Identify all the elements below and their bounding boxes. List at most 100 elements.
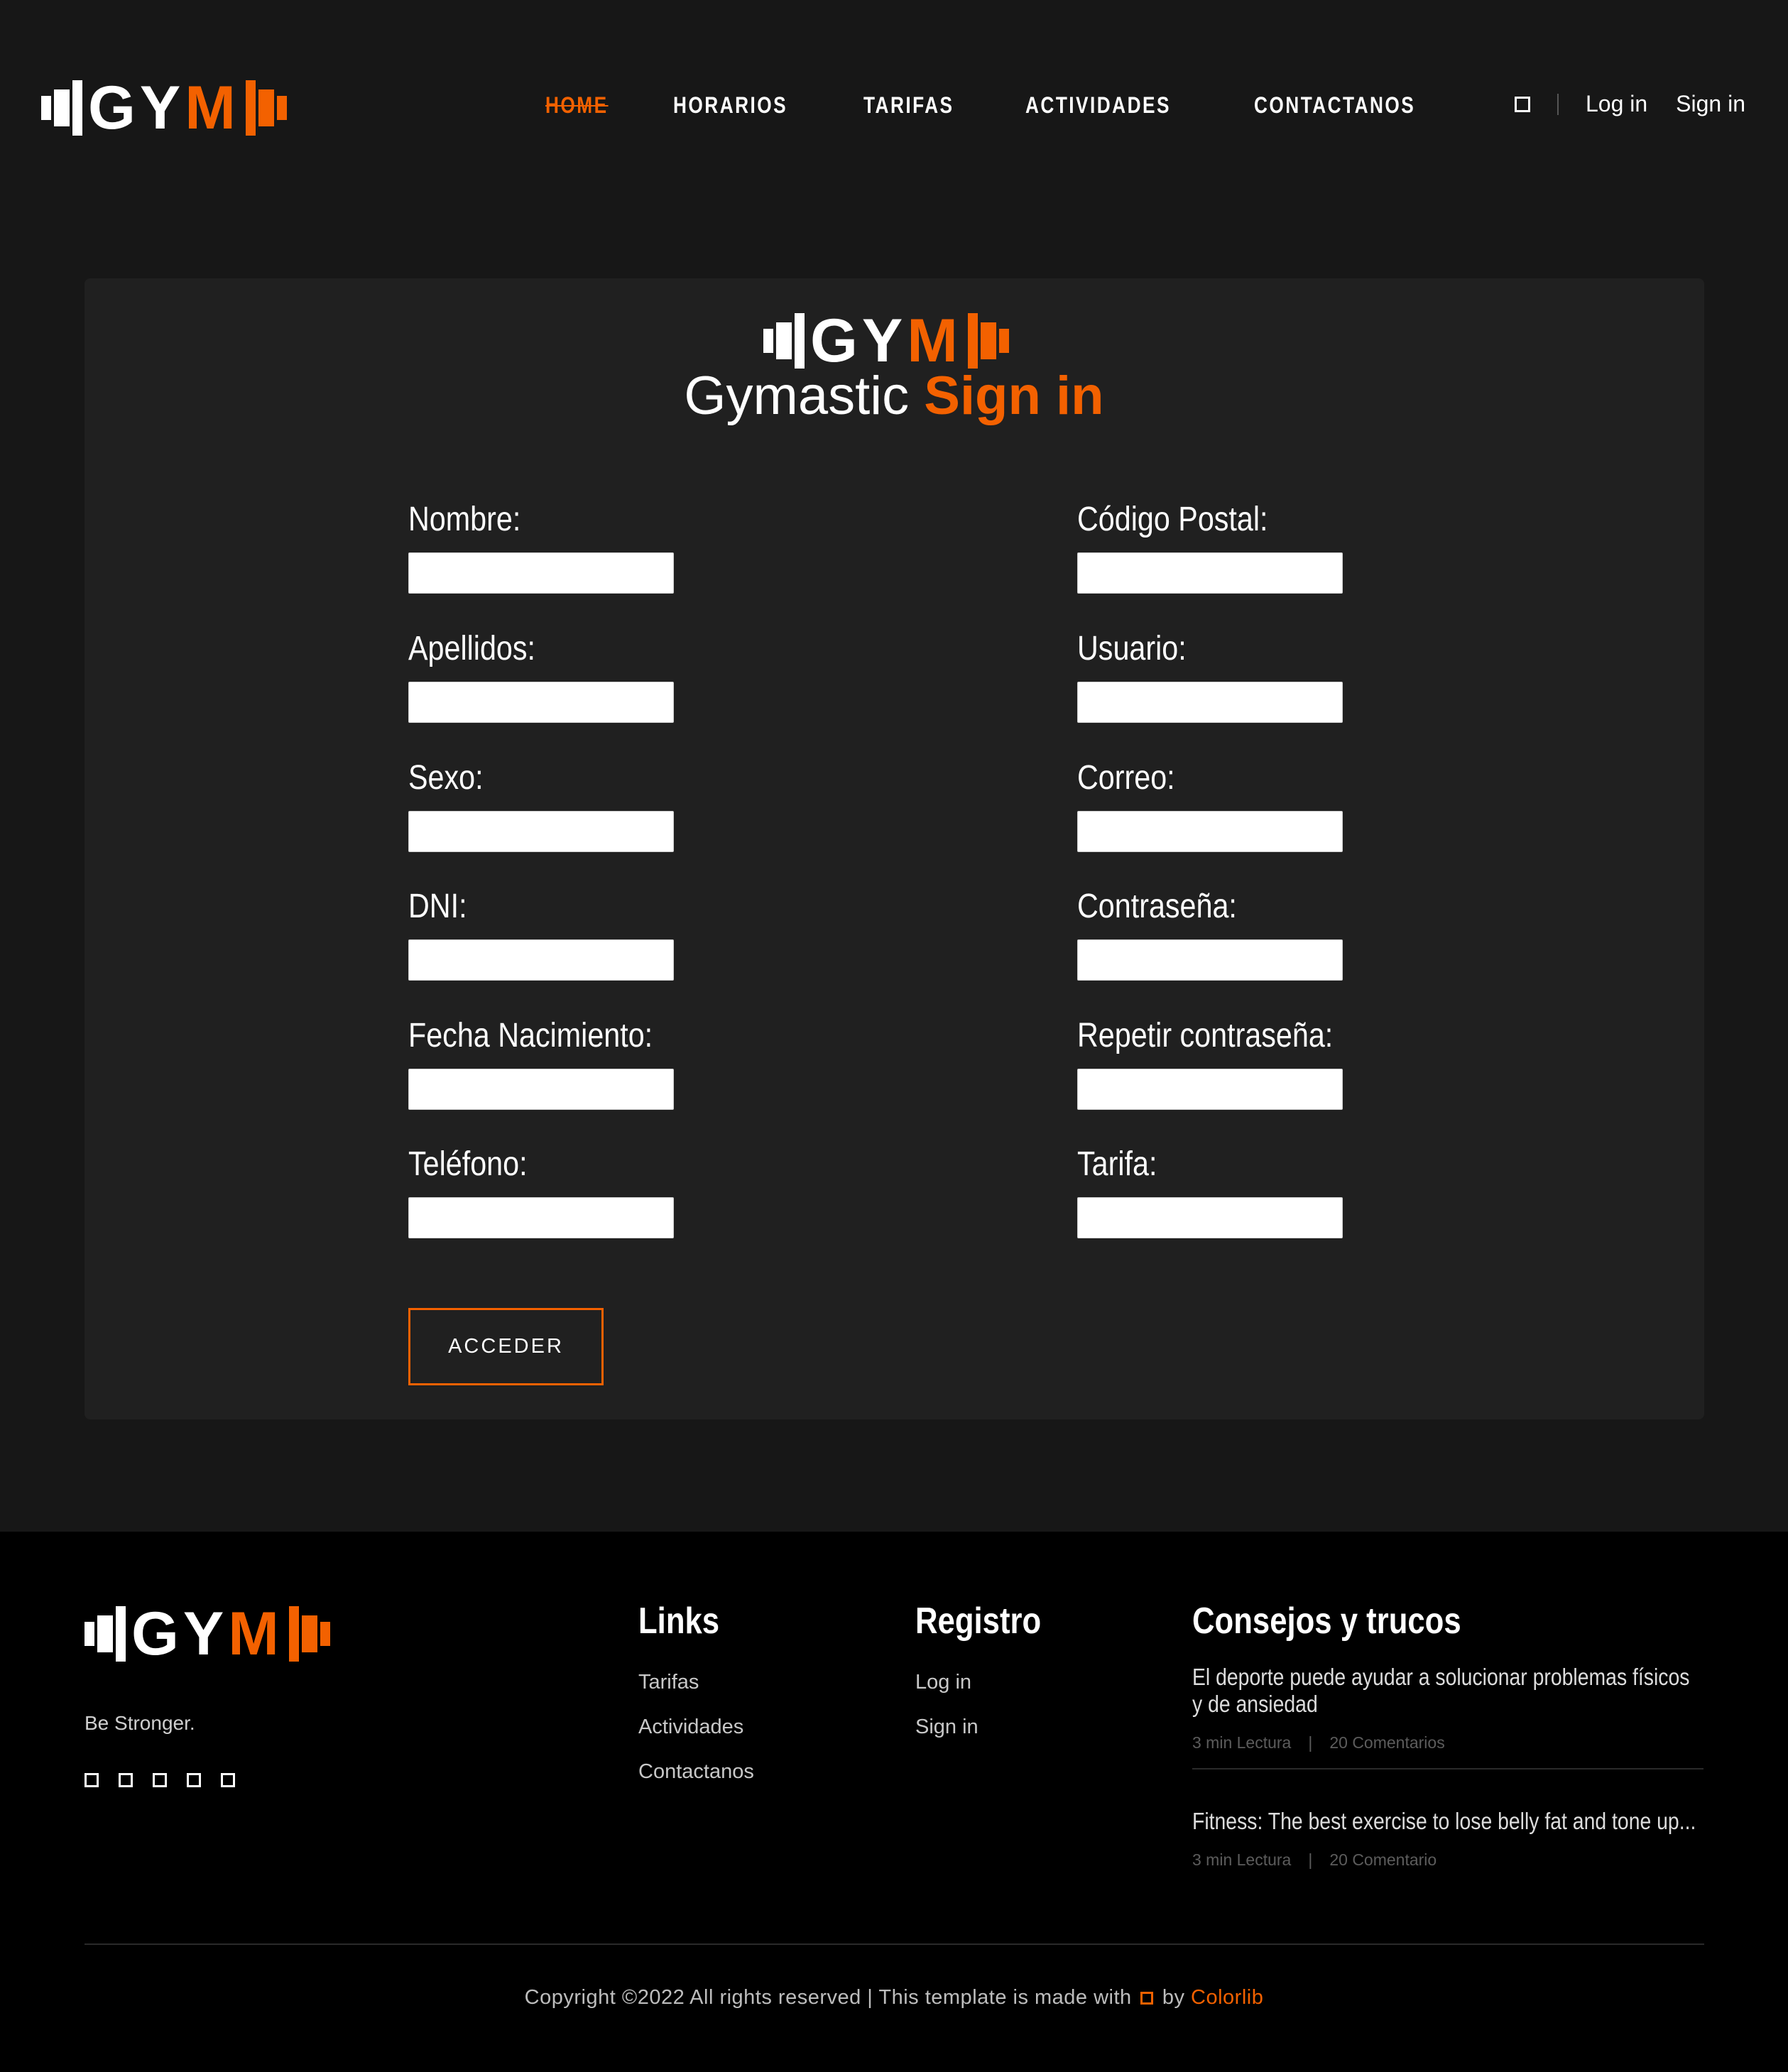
sexo-input[interactable] (408, 811, 674, 852)
colorlib-link[interactable]: Colorlib (1191, 1986, 1263, 2009)
dumbbell-right-bar (967, 313, 978, 369)
header-divider (1557, 93, 1559, 115)
field-repetir-contrasena: Repetir contraseña: (1077, 1019, 1503, 1110)
heart-icon (1140, 1992, 1154, 2005)
site-logo[interactable]: GYM (41, 77, 287, 139)
copyright: Copyright ©2022 All rights reserved | Th… (0, 1986, 1788, 2010)
tip-meta: 3 min Lectura | 20 Comentario (1192, 1850, 1437, 1869)
field-tarifa: Tarifa: (1077, 1147, 1503, 1238)
header-actions: Log in Sign in (1514, 91, 1745, 117)
field-label: Teléfono: (408, 1145, 528, 1183)
acceder-button[interactable]: ACCEDER (408, 1308, 604, 1385)
fecha-nacimiento-input[interactable] (408, 1069, 674, 1110)
copyright-text: Copyright ©2022 All rights reserved | Th… (524, 1986, 1132, 2009)
nav-horarios[interactable]: HORARIOS (673, 92, 787, 119)
dumbbell-right-small-plate (320, 1622, 330, 1646)
footer-link-signin[interactable]: Sign in (915, 1716, 1065, 1739)
repetir-contrasena-input[interactable] (1077, 1069, 1343, 1110)
dumbbell-left-plate (97, 1615, 113, 1652)
nav-actividades[interactable]: ACTIVIDADES (1025, 92, 1171, 119)
field-label: Correo: (1077, 759, 1175, 797)
correo-input[interactable] (1077, 811, 1343, 852)
dumbbell-left-plate (54, 89, 70, 126)
dumbbell-right-plate (258, 89, 274, 126)
footer-links-title: Links (638, 1601, 720, 1642)
social-links (85, 1773, 235, 1787)
main-nav: HOME HORARIOS TARIFAS ACTIVIDADES CONTAC… (545, 92, 1502, 119)
social-square-icon[interactable] (119, 1773, 133, 1787)
tip-read-time: 3 min Lectura (1192, 1850, 1292, 1869)
telefono-input[interactable] (408, 1197, 674, 1238)
contrasena-input[interactable] (1077, 939, 1343, 981)
footer-links-column: Links Tarifas Actividades Contactanos (638, 1603, 754, 1805)
logo-text-orange: M (228, 1600, 283, 1668)
field-correo: Correo: (1077, 761, 1503, 852)
nav-home[interactable]: HOME (545, 92, 609, 119)
field-fecha-nacimiento: Fecha Nacimiento: (408, 1019, 834, 1110)
nav-tarifas[interactable]: TARIFAS (863, 92, 954, 119)
social-square-icon[interactable] (153, 1773, 167, 1787)
logo-text-white: GY (810, 307, 907, 375)
footer-link-actividades[interactable]: Actividades (638, 1716, 754, 1739)
dumbbell-left-small-plate (85, 1622, 94, 1646)
tip-title[interactable]: El deporte puede ayudar a solucionar pro… (1192, 1664, 1703, 1718)
nombre-input[interactable] (408, 552, 674, 594)
field-codigo-postal: Código Postal: (1077, 503, 1503, 594)
field-telefono: Teléfono: (408, 1147, 834, 1238)
social-square-icon[interactable] (221, 1773, 235, 1787)
tip-title[interactable]: Fitness: The best exercise to lose belly… (1192, 1808, 1703, 1835)
tip-comments: 20 Comentario (1329, 1850, 1437, 1869)
nav-contactanos[interactable]: CONTACTANOS (1254, 92, 1415, 119)
tip-meta: 3 min Lectura | 20 Comentarios (1192, 1733, 1445, 1752)
field-label: Código Postal: (1077, 501, 1268, 538)
logo-text-orange: M (185, 74, 240, 142)
copyright-by: by (1162, 1986, 1185, 2009)
social-square-icon[interactable] (187, 1773, 201, 1787)
footer-tips-column: Consejos y trucos El deporte puede ayuda… (1192, 1603, 1703, 1870)
dumbbell-right-small-plate (276, 96, 287, 120)
tarifa-input[interactable] (1077, 1197, 1343, 1238)
dumbbell-right-small-plate (998, 329, 1009, 353)
dumbbell-left-bar (795, 313, 805, 369)
dumbbell-right-plate (980, 322, 996, 359)
footer-link-contactanos[interactable]: Contactanos (638, 1760, 754, 1784)
tip-item[interactable]: Fitness: The best exercise to lose belly… (1192, 1808, 1703, 1870)
dumbbell-left-plate (776, 322, 792, 359)
field-label: Tarifa: (1077, 1145, 1157, 1183)
dumbbell-left-bar (72, 80, 82, 136)
dumbbell-right-bar (288, 1606, 299, 1662)
field-label: Nombre: (408, 501, 521, 538)
field-dni: DNI: (408, 890, 834, 981)
field-label: DNI: (408, 888, 467, 925)
field-label: Fecha Nacimiento: (408, 1017, 653, 1054)
title-plain: Gymastic (684, 366, 910, 426)
login-link[interactable]: Log in (1586, 91, 1647, 117)
field-sexo: Sexo: (408, 761, 834, 852)
footer-link-tarifas[interactable]: Tarifas (638, 1671, 754, 1694)
signin-link[interactable]: Sign in (1676, 91, 1745, 117)
site-header: GYM HOME HORARIOS TARIFAS ACTIVIDADES CO… (0, 0, 1788, 220)
dumbbell-left-small-plate (763, 329, 773, 353)
apellidos-input[interactable] (408, 682, 674, 723)
codigo-postal-input[interactable] (1077, 552, 1343, 594)
square-icon[interactable] (1514, 96, 1530, 112)
usuario-input[interactable] (1077, 682, 1343, 723)
field-label: Usuario: (1077, 630, 1187, 667)
dumbbell-left-bar (116, 1606, 126, 1662)
title-highlight: Sign in (924, 366, 1104, 426)
social-square-icon[interactable] (85, 1773, 99, 1787)
footer-tagline: Be Stronger. (85, 1712, 195, 1734)
logo-text-white: GY (131, 1600, 229, 1668)
field-usuario: Usuario: (1077, 632, 1503, 723)
dni-input[interactable] (408, 939, 674, 981)
footer-registro-column: Registro Log in Sign in (915, 1603, 1065, 1760)
footer-link-login[interactable]: Log in (915, 1671, 1065, 1694)
dumbbell-right-bar (245, 80, 256, 136)
footer-registro-title: Registro (915, 1601, 1042, 1642)
footer-logo[interactable]: GYM (85, 1603, 330, 1665)
footer-tips-title: Consejos y trucos (1192, 1601, 1461, 1642)
field-label: Apellidos: (408, 630, 535, 667)
logo-text-orange: M (907, 307, 962, 375)
dumbbell-left-small-plate (41, 96, 51, 120)
tip-item[interactable]: El deporte puede ayudar a solucionar pro… (1192, 1664, 1703, 1752)
